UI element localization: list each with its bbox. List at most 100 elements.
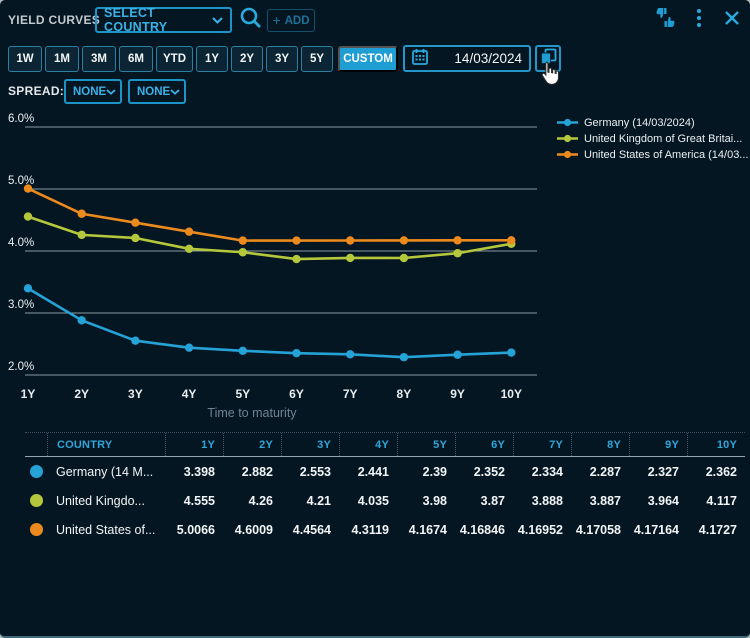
chevron-down-icon [170, 86, 180, 98]
search-button[interactable] [237, 6, 265, 34]
x-tick-label: 1Y [21, 387, 36, 401]
x-axis-label: Time to maturity [207, 406, 297, 420]
yield-value: 4.26 [223, 494, 281, 508]
yield-value: 2.352 [455, 465, 513, 479]
data-point [453, 351, 461, 359]
kebab-menu-icon [696, 8, 702, 33]
data-point [292, 349, 300, 357]
legend-marker-icon [556, 118, 579, 127]
country-name: United States of... [47, 523, 165, 537]
legend-label: Germany (14/03/2024) [584, 117, 695, 129]
table-header-1y[interactable]: 1Y [165, 433, 223, 456]
yield-value: 4.1674 [397, 523, 455, 537]
table-header-10y[interactable]: 10Y [687, 433, 745, 456]
table-header-9y[interactable]: 9Y [629, 433, 687, 456]
legend-item[interactable]: United States of America (14/03... [556, 148, 748, 161]
table-header-dot-col [25, 433, 47, 456]
yield-value: 4.17058 [571, 523, 629, 537]
yield-value: 3.887 [571, 494, 629, 508]
data-point [131, 234, 139, 242]
table-header-row: COUNTRY1Y2Y3Y4Y5Y6Y7Y8Y9Y10Y [25, 433, 745, 457]
select-country-dropdown[interactable]: SELECT COUNTRY [95, 7, 232, 33]
data-point [239, 236, 247, 244]
panel-title: YIELD CURVES [8, 13, 100, 27]
period-button-5y[interactable]: 5Y [301, 46, 333, 72]
x-tick-label: 7Y [343, 387, 358, 401]
legend-marker-icon [556, 150, 579, 159]
select-country-label: SELECT COUNTRY [104, 6, 212, 34]
close-icon [724, 10, 740, 31]
period-toolbar: 1W 1M 3M 6M YTD 1Y 2Y 3Y 5Y CUSTOM 14/03… [8, 45, 561, 72]
series-color-dot [25, 494, 47, 507]
yield-value: 4.117 [687, 494, 745, 508]
x-tick-label: 5Y [235, 387, 250, 401]
yield-value: 4.16846 [455, 523, 513, 537]
table-header-3y[interactable]: 3Y [281, 433, 339, 456]
yield-value: 3.98 [397, 494, 455, 508]
more-options-button[interactable] [687, 8, 711, 32]
table-header-4y[interactable]: 4Y [339, 433, 397, 456]
x-tick-label: 8Y [397, 387, 412, 401]
calendar-icon [412, 48, 428, 70]
table-header-country[interactable]: COUNTRY [47, 433, 165, 456]
spread-dropdown-1[interactable]: NONE [64, 79, 122, 104]
period-button-ytd[interactable]: YTD [156, 46, 193, 72]
period-button-3y[interactable]: 3Y [266, 46, 298, 72]
period-button-1m[interactable]: 1M [45, 46, 79, 72]
table-row[interactable]: United States of...5.00664.60094.45644.3… [25, 515, 745, 544]
add-button[interactable]: + ADD [267, 9, 315, 32]
spread-label: SPREAD: [8, 84, 64, 98]
table-header-8y[interactable]: 8Y [571, 433, 629, 456]
search-icon [238, 5, 264, 36]
data-point [239, 248, 247, 256]
table-header-6y[interactable]: 6Y [455, 433, 513, 456]
compare-copy-button[interactable] [535, 45, 561, 72]
copy-icon [540, 48, 557, 70]
window-controls [654, 8, 744, 32]
yield-value: 4.1727 [687, 523, 745, 537]
thumbs-feedback-icon [655, 7, 677, 34]
period-button-1y[interactable]: 1Y [196, 46, 228, 72]
yield-value: 4.555 [165, 494, 223, 508]
series-line [28, 217, 511, 259]
yield-value: 2.334 [513, 465, 571, 479]
table-header-2y[interactable]: 2Y [223, 433, 281, 456]
legend-item[interactable]: United Kingdom of Great Britai... [556, 132, 748, 145]
table-row[interactable]: Germany (14 M...3.3982.8822.5532.4412.39… [25, 457, 745, 486]
period-button-3m[interactable]: 3M [82, 46, 116, 72]
date-picker[interactable]: 14/03/2024 [403, 45, 531, 72]
close-button[interactable] [720, 8, 744, 32]
feedback-button[interactable] [654, 8, 678, 32]
data-point [400, 236, 408, 244]
table-row[interactable]: United Kingdo...4.5554.264.214.0353.983.… [25, 486, 745, 515]
y-tick-label: 2.0% [8, 361, 34, 373]
yield-value: 2.327 [629, 465, 687, 479]
period-button-2y[interactable]: 2Y [231, 46, 263, 72]
spread-dropdown-2[interactable]: NONE [128, 79, 186, 104]
yield-value: 4.3119 [339, 523, 397, 537]
period-button-1w[interactable]: 1W [8, 46, 42, 72]
series-line [28, 288, 511, 357]
series-line [28, 189, 511, 241]
yield-value: 4.21 [281, 494, 339, 508]
period-button-6m[interactable]: 6M [119, 46, 153, 72]
period-button-custom[interactable]: CUSTOM [338, 46, 398, 72]
table-header-5y[interactable]: 5Y [397, 433, 455, 456]
data-point [131, 337, 139, 345]
data-point [507, 236, 515, 244]
yield-value: 4.6009 [223, 523, 281, 537]
data-point [185, 343, 193, 351]
legend-item[interactable]: Germany (14/03/2024) [556, 116, 748, 129]
table-header-7y[interactable]: 7Y [513, 433, 571, 456]
data-point [131, 219, 139, 227]
data-point [346, 350, 354, 358]
yield-value: 4.16952 [513, 523, 571, 537]
plus-icon: + [272, 12, 280, 28]
data-point [507, 348, 515, 356]
yield-curves-panel: YIELD CURVES SELECT COUNTRY + ADD [0, 0, 750, 638]
legend-label: United States of America (14/03... [584, 149, 748, 161]
yield-value: 2.441 [339, 465, 397, 479]
yield-value: 4.035 [339, 494, 397, 508]
yield-table: COUNTRY1Y2Y3Y4Y5Y6Y7Y8Y9Y10YGermany (14 … [25, 432, 745, 544]
yield-value: 3.964 [629, 494, 687, 508]
